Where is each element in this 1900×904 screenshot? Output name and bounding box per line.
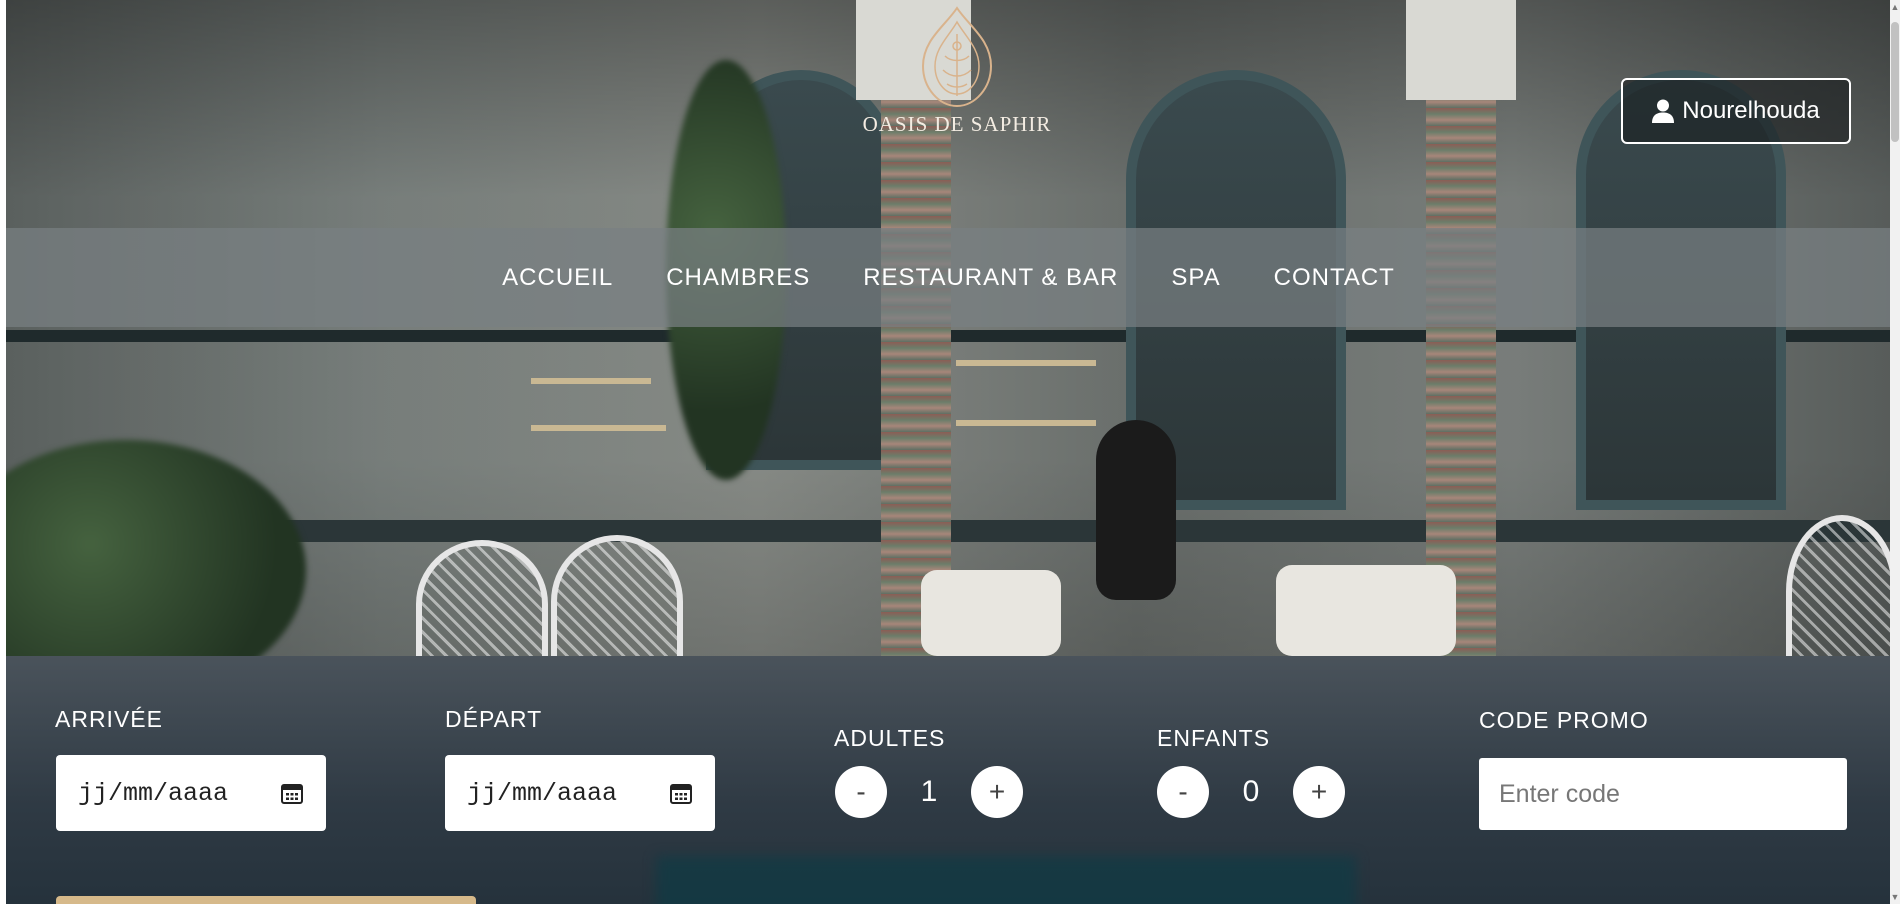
scroll-up-arrow-icon[interactable]: ▲	[1890, 0, 1900, 14]
scrollbar[interactable]: ▲ ▼	[1890, 0, 1900, 904]
nav-item-contact[interactable]: CONTACT	[1273, 264, 1395, 292]
adults-plus-button[interactable]: +	[971, 766, 1023, 818]
children-counter: - 0 +	[1157, 766, 1345, 818]
user-icon	[1652, 99, 1675, 123]
nav-item-spa[interactable]: SPA	[1170, 264, 1220, 292]
arrival-date-input[interactable]: jj/mm/aaaa	[56, 755, 326, 831]
adults-counter: - 1 +	[835, 766, 1023, 818]
wicker-chair	[416, 540, 548, 668]
adults-count: 1	[920, 775, 938, 808]
departure-date-input[interactable]: jj/mm/aaaa	[445, 755, 715, 831]
wicker-chair	[1786, 515, 1890, 668]
promo-code-input[interactable]	[1479, 758, 1847, 830]
shelf	[956, 420, 1096, 426]
search-button-edge[interactable]	[56, 896, 476, 904]
logo-text: OASIS DE SAPHIR	[862, 112, 1052, 136]
person-figure	[1096, 420, 1176, 600]
scrollbar-thumb[interactable]	[1891, 22, 1899, 142]
user-account-button[interactable]: Nourelhouda	[1621, 78, 1851, 144]
nav-item-restaurant-bar[interactable]: RESTAURANT & BAR	[862, 264, 1118, 292]
arrival-label: ARRIVÉE	[55, 706, 163, 732]
departure-date-value: jj/mm/aaaa	[467, 778, 618, 808]
calendar-icon[interactable]	[669, 781, 693, 805]
children-count: 0	[1242, 775, 1260, 808]
children-label: ENFANTS	[1157, 725, 1271, 751]
promo-code-label: CODE PROMO	[1479, 707, 1649, 733]
main-navigation: ACCUEIL CHAMBRES RESTAURANT & BAR SPA CO…	[6, 228, 1890, 327]
departure-label: DÉPART	[445, 706, 543, 732]
page-frame: OASIS DE SAPHIR Nourelhouda ACCUEIL CHAM…	[6, 0, 1890, 904]
shelf	[531, 425, 666, 431]
children-plus-button[interactable]: +	[1293, 766, 1345, 818]
cushion	[921, 570, 1061, 656]
shelf	[531, 378, 651, 384]
cushion	[1276, 565, 1456, 656]
pillar-capital-right	[1406, 0, 1516, 100]
children-minus-button[interactable]: -	[1157, 766, 1209, 818]
wicker-chair	[551, 535, 683, 668]
user-name-label: Nourelhouda	[1682, 97, 1820, 124]
hotel-logo[interactable]: OASIS DE SAPHIR	[856, 6, 1058, 146]
nav-item-accueil[interactable]: ACCUEIL	[501, 264, 613, 292]
adults-minus-button[interactable]: -	[835, 766, 887, 818]
scroll-down-arrow-icon[interactable]: ▼	[1890, 890, 1900, 904]
shelf	[956, 360, 1096, 366]
logo-emblem-icon	[921, 6, 993, 108]
nav-item-chambres[interactable]: CHAMBRES	[665, 264, 810, 292]
calendar-icon[interactable]	[280, 781, 304, 805]
arrival-date-value: jj/mm/aaaa	[78, 778, 229, 808]
adults-label: ADULTES	[834, 725, 946, 751]
